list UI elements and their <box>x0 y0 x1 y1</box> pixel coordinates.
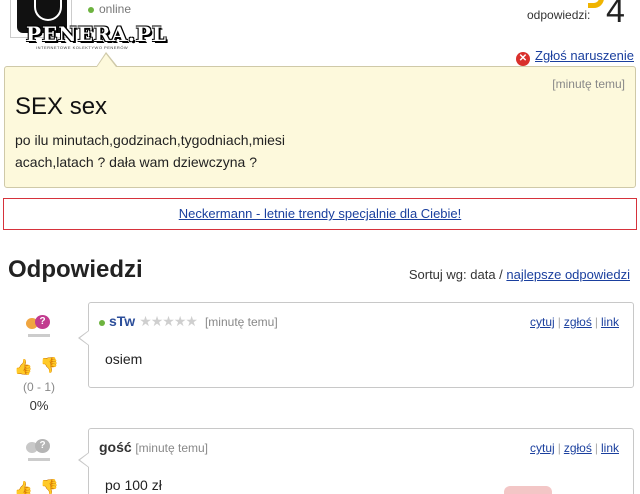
answer-notch-fill <box>80 453 89 467</box>
answer-notch-fill <box>80 331 89 345</box>
permalink[interactable]: link <box>601 441 619 455</box>
answer-author: gość <box>99 439 132 455</box>
answer-author[interactable]: sTw <box>109 313 135 329</box>
watermark-subtitle: INTERNETOWE KOLEKTYWO PENERÓW <box>36 45 129 50</box>
online-dot-icon <box>88 6 94 13</box>
thumbs-up-icon[interactable]: 👍 <box>14 480 33 494</box>
separator: | <box>557 441 561 455</box>
sort-label: Sortuj wg: data / <box>408 267 507 282</box>
answer-box: sTw ★★★★★ [minutę temu] cytuj | zgłoś | link o… <box>88 302 634 388</box>
answer-time: [minutę temu] <box>204 315 278 329</box>
answer-box: gość [minutę temu] cytuj | zgłoś | link po 1… <box>88 428 634 494</box>
vote-percent: 0% <box>29 398 49 413</box>
avatar-bar <box>28 334 50 337</box>
question-notch-fill <box>97 54 116 67</box>
online-label: online <box>99 2 132 16</box>
answer-text: po 100 zł <box>105 477 162 493</box>
avatar-bar <box>28 458 50 461</box>
quote-link[interactable]: cytuj <box>530 315 555 329</box>
answer-header: gość [minutę temu] <box>99 439 208 455</box>
online-dot-icon <box>99 319 105 326</box>
answers-title: Odpowiedzi <box>8 256 143 283</box>
report-answer-link[interactable]: zgłoś <box>564 441 592 455</box>
separator: | <box>557 315 561 329</box>
x-circle-icon: ✕ <box>516 52 530 66</box>
question-bubble-icon: ? <box>35 439 50 453</box>
report-answer-link[interactable]: zgłoś <box>564 315 592 329</box>
question-bubble-icon: ? <box>35 315 50 329</box>
question-box: [minutę temu] SEX sex po ilu minutach,go… <box>4 66 636 188</box>
answer-header: sTw ★★★★★ [minutę temu] <box>99 313 278 330</box>
answer-avatar[interactable]: ? <box>22 436 56 466</box>
online-status: online <box>88 2 131 16</box>
question-body-line: acach,latach ? dała wam dziewczyna ? <box>15 154 258 170</box>
ad-link[interactable]: Neckermann - letnie trendy specjalnie dl… <box>179 206 462 221</box>
answer-avatar[interactable]: ? <box>22 312 56 342</box>
question-body-line: po ilu minutach,godzinach,tygodniach,mie… <box>15 132 286 148</box>
question-body: po ilu minutach,godzinach,tygodniach,mie… <box>15 129 375 173</box>
rating-stars: ★★★★★ <box>139 313 198 329</box>
thumbs-up-icon[interactable]: 👍 <box>14 358 33 376</box>
quote-link[interactable]: cytuj <box>530 441 555 455</box>
report-violation[interactable]: ✕ Zgłoś naruszenie <box>516 48 634 66</box>
smile-icon <box>34 0 62 21</box>
separator: | <box>594 315 598 329</box>
answer-text: osiem <box>105 351 143 367</box>
report-link[interactable]: Zgłoś naruszenie <box>535 48 634 63</box>
decorative-stamp <box>504 486 552 494</box>
question-title: SEX sex <box>15 93 108 120</box>
sort-control: Sortuj wg: data / najlepsze odpowiedzi <box>409 267 630 282</box>
sort-best-link[interactable]: najlepsze odpowiedzi <box>506 267 630 282</box>
ad-banner[interactable]: Neckermann - letnie trendy specjalnie dl… <box>3 198 637 230</box>
watermark-logo: PENERA.PL <box>26 22 168 46</box>
answer-actions: cytuj | zgłoś | link <box>530 315 619 329</box>
answers-count-label: odpowiedzi: <box>527 8 591 22</box>
answers-arrow-icon <box>588 0 604 8</box>
permalink[interactable]: link <box>601 315 619 329</box>
separator: | <box>594 441 598 455</box>
answers-count: 4 <box>606 0 625 30</box>
thumbs-down-icon[interactable]: 👎 <box>40 478 59 494</box>
vote-score: (0 - 1) <box>22 380 55 394</box>
thumbs-down-icon[interactable]: 👎 <box>40 356 59 374</box>
answer-actions: cytuj | zgłoś | link <box>530 441 619 455</box>
answer-time: [minutę temu] <box>135 441 209 455</box>
question-time: [minutę temu] <box>552 77 625 91</box>
